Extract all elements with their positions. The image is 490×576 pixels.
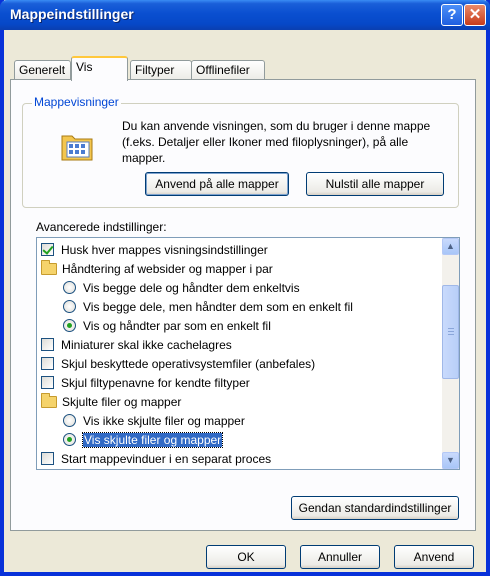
- radio-button[interactable]: [63, 319, 76, 332]
- settings-row-radio[interactable]: Vis skjulte filer og mapper: [63, 430, 224, 449]
- close-button[interactable]: ✕: [464, 4, 486, 26]
- window-title: Mappeindstillinger: [10, 6, 134, 22]
- list-scrollbar[interactable]: ▲ ▼: [442, 238, 459, 469]
- advanced-settings-list[interactable]: Husk hver mappes visningsindstillinger Hå…: [36, 237, 460, 470]
- settings-row-label: Start mappevinduer i en separat proces: [61, 451, 272, 466]
- apply-all-folders-button[interactable]: Anvend på alle mapper: [145, 172, 289, 196]
- settings-row-checkbox[interactable]: Miniaturer skal ikke cachelagres: [41, 335, 232, 354]
- settings-row-checkbox[interactable]: Start mappevinduer i en separat proces: [41, 449, 271, 468]
- settings-row-label: Vis begge dele, men håndter dem som en e…: [83, 299, 353, 314]
- settings-row-checkbox[interactable]: Skjul beskyttede operativsystemfiler (an…: [41, 354, 315, 373]
- settings-row-label: Skjul filtypenavne for kendte filtyper: [61, 375, 250, 390]
- scroll-up-button[interactable]: ▲: [442, 238, 459, 255]
- tab-filtyper[interactable]: Filtyper: [130, 60, 192, 80]
- settings-row-label: Vis begge dele og håndter dem enkeltvis: [83, 280, 300, 295]
- chevron-up-icon: ▲: [446, 241, 455, 251]
- settings-row-label: Miniaturer skal ikke cachelagres: [61, 337, 232, 352]
- settings-row-folder: Skjulte filer og mapper: [41, 392, 181, 411]
- settings-row-label: Vis ikke skjulte filer og mapper: [83, 413, 245, 428]
- radio-button[interactable]: [63, 281, 76, 294]
- checkbox[interactable]: [41, 452, 54, 465]
- help-button[interactable]: ?: [441, 4, 463, 26]
- reset-all-folders-button[interactable]: Nulstil alle mapper: [306, 172, 444, 196]
- tab-generelt[interactable]: Generelt: [14, 60, 71, 80]
- tab-vis[interactable]: Vis: [71, 56, 128, 81]
- radio-button[interactable]: [63, 300, 76, 313]
- settings-row-label: Husk hver mappes visningsindstillinger: [61, 242, 268, 257]
- advanced-settings-label: Avancerede indstillinger:: [36, 220, 167, 234]
- tab-offlinefiler[interactable]: Offlinefiler: [191, 60, 265, 80]
- chevron-down-icon: ▼: [446, 455, 455, 465]
- checkbox[interactable]: [41, 243, 54, 256]
- settings-row-radio[interactable]: Vis ikke skjulte filer og mapper: [63, 411, 245, 430]
- settings-row-label: Skjul beskyttede operativsystemfiler (an…: [61, 356, 316, 371]
- settings-row-checkbox[interactable]: Husk hver mappes visningsindstillinger: [41, 240, 268, 259]
- ok-button[interactable]: OK: [206, 545, 286, 569]
- settings-row-radio[interactable]: Vis begge dele, men håndter dem som en e…: [63, 297, 353, 316]
- settings-row-radio[interactable]: Vis og håndter par som en enkelt fil: [63, 316, 271, 335]
- checkbox[interactable]: [41, 338, 54, 351]
- settings-row-label: Vis skjulte filer og mapper: [81, 431, 224, 448]
- folder-views-title: Mappevisninger: [32, 95, 121, 109]
- settings-row-folder: Håndtering af websider og mapper i par: [41, 259, 273, 278]
- folder-icon: [41, 392, 57, 408]
- scroll-thumb[interactable]: [442, 285, 459, 379]
- radio-button[interactable]: [63, 433, 76, 446]
- title-bar[interactable]: Mappeindstillinger ? ✕: [0, 0, 490, 30]
- apply-button[interactable]: Anvend: [394, 545, 474, 569]
- restore-defaults-button[interactable]: Gendan standardindstillinger: [291, 496, 459, 520]
- settings-row-checkbox[interactable]: Skjul filtypenavne for kendte filtyper: [41, 373, 250, 392]
- folder-views-description: Du kan anvende visningen, som du bruger …: [122, 119, 431, 165]
- folder-view-icon: [61, 135, 93, 161]
- cancel-button[interactable]: Annuller: [300, 545, 380, 569]
- checkbox[interactable]: [41, 357, 54, 370]
- scroll-down-button[interactable]: ▼: [442, 452, 459, 469]
- settings-row-label: Vis og håndter par som en enkelt fil: [83, 318, 271, 333]
- folder-icon: [41, 259, 57, 275]
- settings-row-radio[interactable]: Vis begge dele og håndter dem enkeltvis: [63, 278, 300, 297]
- checkbox[interactable]: [41, 376, 54, 389]
- settings-row-label: Skjulte filer og mapper: [62, 394, 182, 409]
- settings-row-label: Håndtering af websider og mapper i par: [62, 261, 273, 276]
- radio-button[interactable]: [63, 414, 76, 427]
